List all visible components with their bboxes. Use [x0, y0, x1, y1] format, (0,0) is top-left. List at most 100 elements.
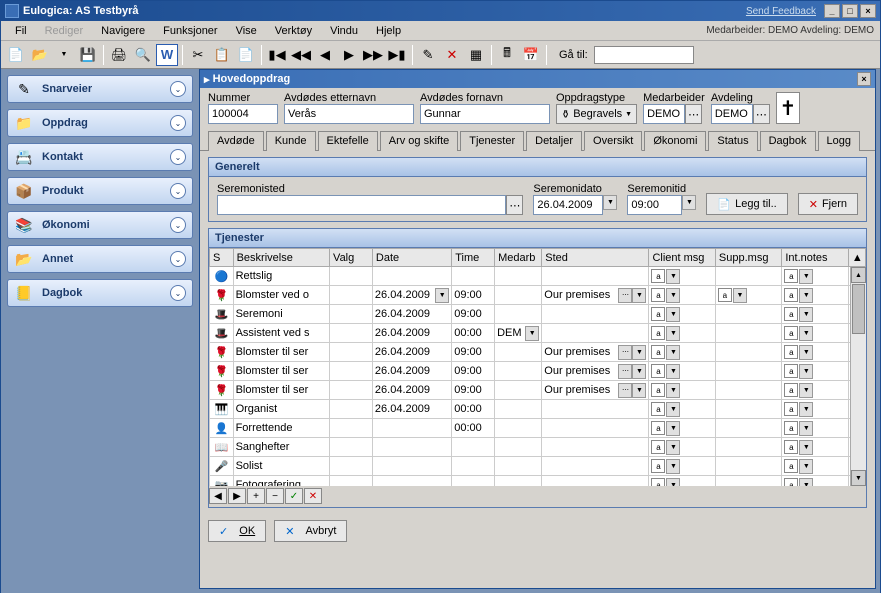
table-row[interactable]: 🎹Organist26.04.200900:00a▼a▼	[210, 400, 866, 419]
cell-time[interactable]: 09:00	[452, 381, 495, 400]
calc-icon[interactable]: 🖩	[496, 44, 518, 66]
sted-dropdown-icon[interactable]: ▼	[632, 383, 646, 398]
dd-icon[interactable]: ▼	[666, 307, 680, 322]
cell-valg[interactable]	[330, 476, 373, 487]
cell-sted[interactable]	[542, 419, 649, 438]
cell-beskrivelse[interactable]: Solist	[233, 457, 329, 476]
dd-icon[interactable]: ▼	[799, 269, 813, 284]
sted-picker-icon[interactable]: ⋯	[618, 364, 632, 379]
close-button[interactable]: ×	[860, 4, 876, 18]
cell-suppmsg[interactable]	[715, 419, 781, 438]
print-icon[interactable]: 🖨	[108, 44, 130, 66]
grid-scrollbar[interactable]: ▲ ▼	[850, 267, 866, 486]
cell-valg[interactable]	[330, 362, 373, 381]
chevron-down-icon[interactable]: ⌄	[170, 217, 186, 233]
cell-clientmsg[interactable]: a▼	[649, 362, 715, 381]
dd-icon[interactable]: ▼	[799, 402, 813, 417]
cell-medarb[interactable]	[495, 267, 542, 286]
menu-fil[interactable]: Fil	[7, 23, 35, 39]
grid-add-icon[interactable]: +	[247, 488, 265, 504]
date-dropdown-icon[interactable]: ▼	[435, 288, 449, 303]
grid-confirm-icon[interactable]: ✓	[285, 488, 303, 504]
tjenester-grid[interactable]: SBeskrivelseValgDateTimeMedarbStedClient…	[209, 248, 866, 486]
nummer-input[interactable]	[208, 104, 278, 124]
col-header[interactable]: Medarb	[495, 249, 542, 267]
sted-dropdown-icon[interactable]: ▼	[632, 345, 646, 360]
cell-suppmsg[interactable]	[715, 343, 781, 362]
delete-icon[interactable]: ✕	[441, 44, 463, 66]
seremonitid-input[interactable]	[627, 195, 682, 215]
col-header[interactable]: Sted	[542, 249, 649, 267]
cell-intnotes[interactable]: a▼	[782, 324, 848, 343]
cell-intnotes[interactable]: a▼	[782, 400, 848, 419]
col-header[interactable]: S	[210, 249, 234, 267]
cut-icon[interactable]: ✂	[187, 44, 209, 66]
cell-sted[interactable]: Our premises⋯▼	[542, 381, 649, 400]
dd-icon[interactable]: ▼	[666, 402, 680, 417]
cell-date[interactable]: 26.04.2009	[372, 305, 451, 324]
cell-medarb[interactable]	[495, 400, 542, 419]
new-icon[interactable]: 📄	[5, 44, 27, 66]
cell-time[interactable]	[452, 267, 495, 286]
cell-valg[interactable]	[330, 438, 373, 457]
cell-medarb[interactable]	[495, 457, 542, 476]
cell-date[interactable]	[372, 267, 451, 286]
col-header[interactable]: Supp.msg	[715, 249, 781, 267]
cell-sted[interactable]	[542, 457, 649, 476]
sidebar-item-annet[interactable]: 📂Annet⌄	[7, 245, 193, 273]
seremonidato-dropdown[interactable]: ▼	[603, 195, 617, 210]
cell-intnotes[interactable]: a▼	[782, 286, 848, 305]
seremonitid-dropdown[interactable]: ▼	[682, 195, 696, 210]
cell-date[interactable]: 26.04.2009▼	[372, 286, 451, 305]
scroll-thumb[interactable]	[852, 284, 865, 334]
sted-picker-icon[interactable]: ⋯	[618, 383, 632, 398]
cell-suppmsg[interactable]	[715, 324, 781, 343]
sted-picker-icon[interactable]: ⋯	[618, 345, 632, 360]
dd-icon[interactable]: ▼	[666, 288, 680, 303]
menu-verktoy[interactable]: Verktøy	[267, 23, 320, 39]
cell-sted[interactable]: Our premises⋯▼	[542, 286, 649, 305]
edit-icon[interactable]: ✎	[417, 44, 439, 66]
cell-date[interactable]: 26.04.2009	[372, 343, 451, 362]
menu-funksjoner[interactable]: Funksjoner	[155, 23, 225, 39]
cell-valg[interactable]	[330, 267, 373, 286]
feedback-link[interactable]: Send Feedback	[746, 6, 816, 17]
cell-time[interactable]: 00:00	[452, 419, 495, 438]
avbryt-button[interactable]: ✕ Avbryt	[274, 520, 347, 542]
oppdragstype-dropdown[interactable]: ⚱Begravels▼	[556, 104, 637, 124]
med-dropdown-icon[interactable]: ▼	[525, 326, 539, 341]
dd-icon[interactable]: ▼	[666, 345, 680, 360]
cell-clientmsg[interactable]: a▼	[649, 286, 715, 305]
table-row[interactable]: 🎩Assistent ved s26.04.200900:00DEM▼a▼a▼	[210, 324, 866, 343]
dd-icon[interactable]: ▼	[666, 269, 680, 284]
dd-icon[interactable]: ▼	[799, 326, 813, 341]
sidebar-item-produkt[interactable]: 📦Produkt⌄	[7, 177, 193, 205]
dd-icon[interactable]: ▼	[799, 440, 813, 455]
cell-clientmsg[interactable]: a▼	[649, 438, 715, 457]
dd-icon[interactable]: ▼	[666, 383, 680, 398]
tab-kunde[interactable]: Kunde	[266, 131, 316, 151]
tab-tjenester[interactable]: Tjenester	[460, 131, 524, 151]
preview-icon[interactable]: 🔍	[132, 44, 154, 66]
cell-intnotes[interactable]: a▼	[782, 343, 848, 362]
cell-medarb[interactable]	[495, 438, 542, 457]
cell-valg[interactable]	[330, 286, 373, 305]
sidebar-item-oppdrag[interactable]: 📁Oppdrag⌄	[7, 109, 193, 137]
dd-icon[interactable]: ▼	[799, 345, 813, 360]
tab-ektefelle[interactable]: Ektefelle	[318, 131, 378, 151]
grid-prev-icon[interactable]: ◀	[209, 488, 227, 504]
cell-time[interactable]: 09:00	[452, 305, 495, 324]
prev-page-icon[interactable]: ◀◀	[290, 44, 312, 66]
cell-suppmsg[interactable]	[715, 476, 781, 487]
dd-icon[interactable]: ▼	[799, 421, 813, 436]
table-row[interactable]: 🌹Blomster ved o26.04.2009▼09:00Our premi…	[210, 286, 866, 305]
cell-beskrivelse[interactable]: Seremoni	[233, 305, 329, 324]
tab-økonomi[interactable]: Økonomi	[644, 131, 706, 151]
cell-clientmsg[interactable]: a▼	[649, 267, 715, 286]
cell-clientmsg[interactable]: a▼	[649, 457, 715, 476]
cell-sted[interactable]	[542, 476, 649, 487]
leggtil-button[interactable]: 📄Legg til..	[706, 193, 787, 215]
cell-valg[interactable]	[330, 324, 373, 343]
cell-beskrivelse[interactable]: Blomster til ser	[233, 381, 329, 400]
col-header[interactable]: Client msg	[649, 249, 715, 267]
